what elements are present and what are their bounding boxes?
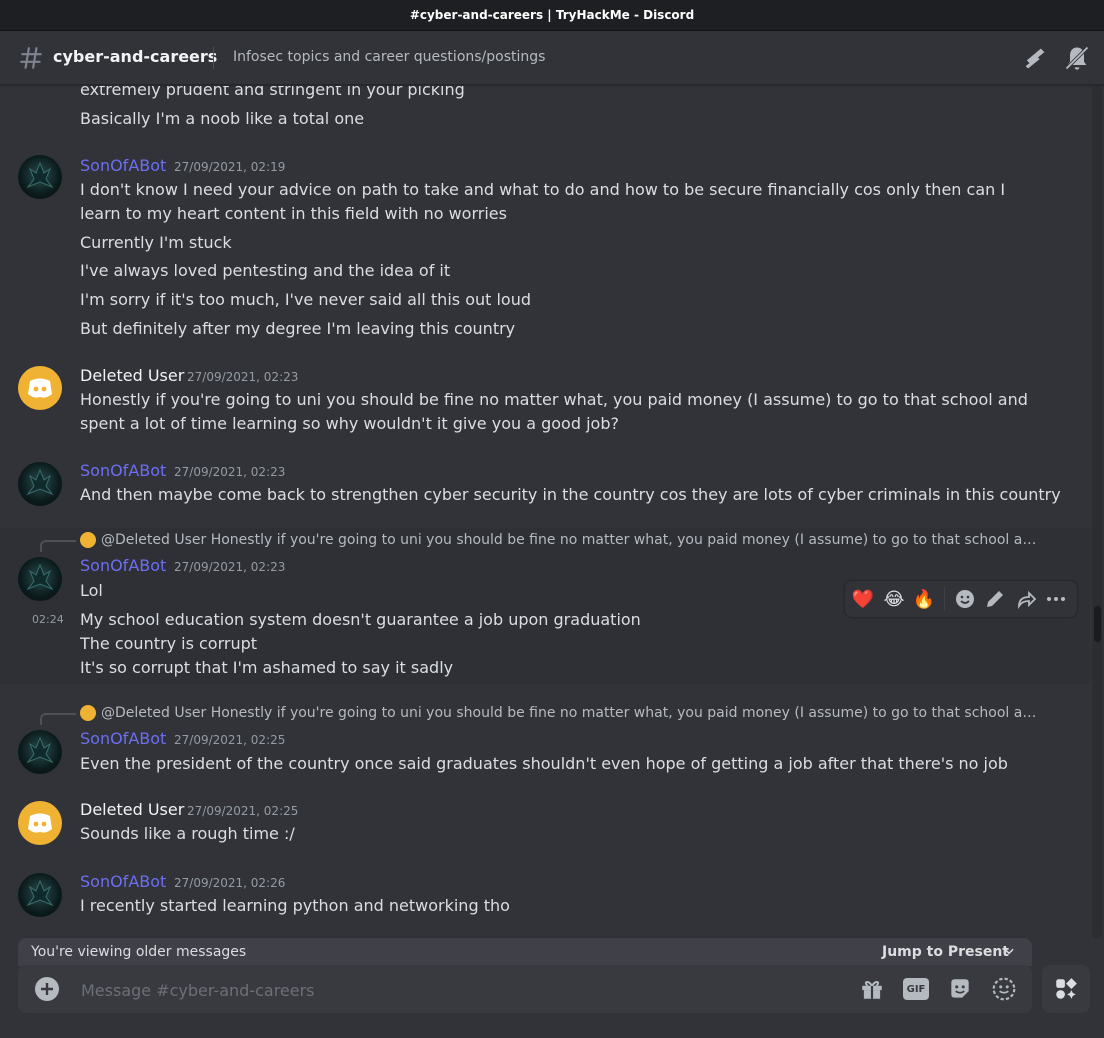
sticker-icon[interactable] [947, 976, 973, 1002]
message-line: I've always loved pentesting and the ide… [80, 261, 451, 280]
discord-logo-icon [28, 378, 52, 398]
message-author[interactable]: SonOfABot [80, 461, 166, 480]
message-line: I'm sorry if it's too much, I've never s… [80, 290, 532, 309]
message-author[interactable]: SonOfABot [80, 872, 166, 891]
message-timestamp: 27/09/2021, 02:23 [174, 465, 286, 479]
message-line: The country is corrupt [80, 634, 258, 653]
threads-icon[interactable] [1021, 44, 1049, 72]
edit-icon[interactable] [983, 587, 1007, 611]
message-line: Even the president of the country once s… [80, 754, 1008, 773]
reply-preview[interactable]: @Deleted User Honestly if you're going t… [101, 705, 1041, 721]
window-title: #cyber-and-careers | TryHackMe - Discord [409, 8, 695, 22]
avatar[interactable] [18, 462, 62, 506]
app-launcher-button[interactable] [1042, 965, 1090, 1013]
message-line: extremely prudent and stringent in your … [80, 86, 465, 99]
gif-icon[interactable]: GIF [903, 978, 929, 1000]
notification-muted-icon[interactable] [1063, 44, 1091, 72]
discord-logo-icon [28, 813, 52, 833]
channel-name: cyber-and-careers [53, 47, 218, 66]
message-input[interactable] [79, 975, 843, 1005]
message-author[interactable]: SonOfABot [80, 556, 166, 575]
bot-avatar-icon [26, 161, 54, 189]
message-author[interactable]: SonOfABot [80, 156, 166, 175]
channel-header: cyber-and-careers Infosec topics and car… [0, 31, 1104, 85]
message-line: Currently I'm stuck [80, 233, 232, 252]
bot-avatar-icon [26, 468, 54, 496]
message-timestamp: 27/09/2021, 02:23 [174, 560, 286, 574]
reply-avatar[interactable] [80, 705, 96, 721]
message-timestamp: 27/09/2021, 02:19 [174, 160, 286, 174]
reply-avatar[interactable] [80, 532, 96, 548]
message-author[interactable]: Deleted User [80, 366, 184, 385]
message-line: It's so corrupt that I'm ashamed to say … [80, 658, 454, 677]
avatar[interactable] [18, 366, 62, 410]
reaction-joy[interactable]: 😂 [882, 587, 906, 611]
message-line: Lol [80, 581, 103, 600]
message-line: Honestly if you're going to uni you shou… [80, 390, 1028, 433]
jump-to-present-button[interactable]: Jump to Present [882, 944, 1009, 960]
chevron-down-icon[interactable] [1002, 944, 1016, 958]
header-divider [213, 47, 214, 69]
emoji-icon[interactable] [991, 976, 1017, 1002]
gift-icon[interactable] [859, 976, 885, 1002]
avatar[interactable] [18, 801, 62, 845]
message-line: And then maybe come back to strengthen c… [80, 485, 1061, 504]
message-line: But definitely after my degree I'm leavi… [80, 319, 516, 338]
message-timestamp: 27/09/2021, 02:26 [174, 876, 286, 890]
toolbar-divider [944, 587, 945, 611]
message-timestamp: 27/09/2021, 02:23 [187, 370, 299, 384]
message-timestamp: 27/09/2021, 02:25 [174, 733, 286, 747]
message-line: I recently started learning python and n… [80, 896, 510, 915]
message-list: extremely prudent and stringent in your … [0, 86, 1090, 939]
reply-spine [40, 713, 76, 725]
forward-icon[interactable] [1014, 587, 1038, 611]
reply-spine [40, 540, 76, 552]
message-author[interactable]: SonOfABot [80, 729, 166, 748]
bot-avatar-icon [26, 879, 54, 907]
message-line: My school education system doesn't guara… [80, 610, 641, 629]
reply-snippet: Honestly if you're going to uni you shou… [210, 532, 1041, 548]
reply-snippet: Honestly if you're going to uni you shou… [210, 705, 1041, 721]
reply-author[interactable]: @Deleted User [101, 705, 206, 721]
avatar[interactable] [18, 557, 62, 601]
older-messages-text: You're viewing older messages [31, 944, 247, 960]
avatar[interactable] [18, 155, 62, 199]
scrollbar-track[interactable] [1092, 86, 1102, 939]
bot-avatar-icon [26, 563, 54, 591]
older-messages-bar: You're viewing older messages Jump to Pr… [18, 938, 1032, 966]
message-author[interactable]: Deleted User [80, 800, 184, 819]
avatar[interactable] [18, 730, 62, 774]
hover-timestamp: 02:24 [32, 613, 64, 626]
apps-icon [1056, 978, 1077, 999]
scrollbar-thumb[interactable] [1094, 606, 1101, 642]
reply-preview[interactable]: @Deleted User Honestly if you're going t… [101, 532, 1041, 548]
hash-icon [20, 47, 42, 69]
attach-plus-icon[interactable] [35, 977, 59, 1001]
message-composer: GIF [18, 965, 1032, 1013]
message-actions-toolbar: ❤️ 😂 🔥 [844, 580, 1078, 618]
reaction-fire[interactable]: 🔥 [912, 587, 936, 611]
window-title-bar: #cyber-and-careers | TryHackMe - Discord [0, 0, 1104, 31]
more-icon[interactable] [1044, 587, 1068, 611]
add-reaction-icon[interactable] [953, 587, 977, 611]
message-line: Sounds like a rough time :/ [80, 824, 295, 843]
reaction-heart[interactable]: ❤️ [851, 587, 875, 611]
channel-topic[interactable]: Infosec topics and career questions/post… [233, 49, 545, 65]
reply-author[interactable]: @Deleted User [101, 532, 206, 548]
bot-avatar-icon [26, 736, 54, 764]
message-line: Basically I'm a noob like a total one [80, 109, 365, 128]
avatar[interactable] [18, 873, 62, 917]
message-timestamp: 27/09/2021, 02:25 [187, 804, 299, 818]
message-line: I don't know I need your advice on path … [80, 180, 1006, 223]
